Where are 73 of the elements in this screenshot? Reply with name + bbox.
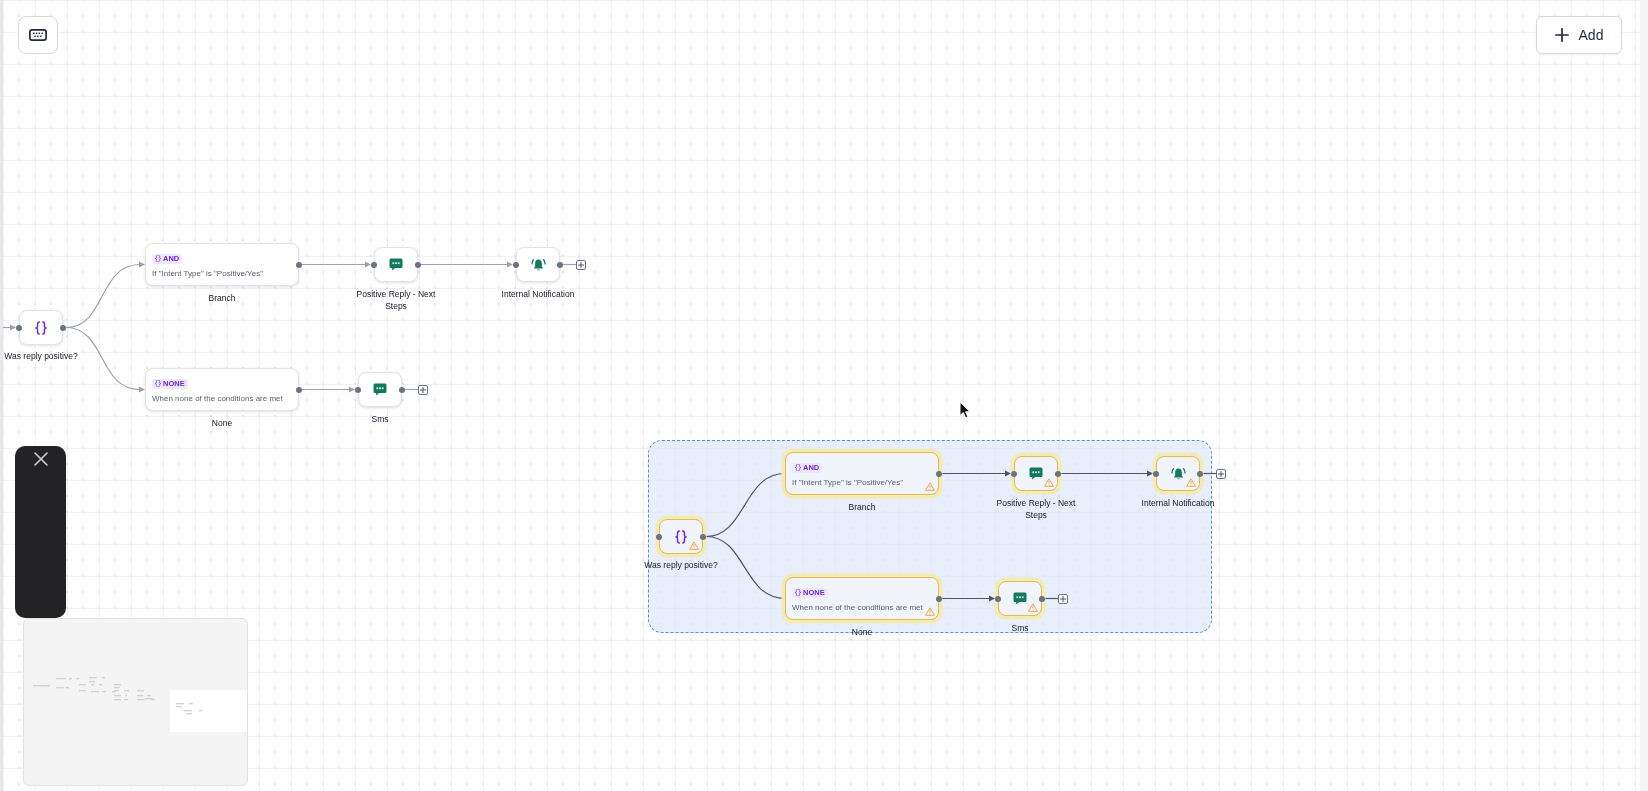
- braces-icon: [155, 255, 161, 262]
- connection-handle[interactable]: [1055, 470, 1061, 477]
- node-label: Positive Reply - Next Steps: [995, 497, 1077, 521]
- braces-icon: [795, 464, 801, 471]
- node-label: Internal Notification: [501, 288, 575, 300]
- action-node[interactable]: [374, 247, 418, 282]
- chat-bubble-icon: [389, 258, 403, 271]
- close-icon: [33, 452, 48, 466]
- connection-handle[interactable]: [936, 470, 942, 477]
- plus-icon: [578, 261, 584, 268]
- condition-node[interactable]: [19, 310, 63, 345]
- connection-handle[interactable]: [415, 261, 421, 268]
- action-node[interactable]: [998, 581, 1042, 616]
- plus-icon: [420, 386, 426, 393]
- braces-icon: [675, 529, 687, 544]
- connection-handle[interactable]: [355, 386, 361, 393]
- connection-handle[interactable]: [1197, 470, 1203, 477]
- connection-handle[interactable]: [656, 533, 662, 540]
- add-step-button[interactable]: [1058, 593, 1068, 604]
- plus-icon: [1218, 470, 1224, 477]
- condition-text: If "Intent Type" is "Positive/Yes": [792, 478, 903, 488]
- node-label: Sms: [1011, 622, 1029, 634]
- connection-handle[interactable]: [1039, 595, 1045, 602]
- node-label: None: [851, 626, 873, 638]
- close-button[interactable]: [31, 450, 50, 468]
- connection-handle[interactable]: [513, 261, 519, 268]
- action-node[interactable]: [358, 372, 402, 407]
- connection-handle[interactable]: [399, 386, 405, 393]
- cursor-icon: [959, 401, 971, 419]
- chat-bubble-icon: [1029, 467, 1043, 480]
- action-node[interactable]: [1156, 456, 1200, 491]
- bell-icon: [1170, 466, 1186, 481]
- node-label: None: [211, 417, 233, 429]
- node-label: Was reply positive?: [4, 350, 78, 362]
- connection-handle[interactable]: [995, 595, 1001, 602]
- condition-text: When none of the conditions are met: [792, 603, 923, 613]
- node-label: Positive Reply - Next Steps: [355, 288, 437, 312]
- add-step-button[interactable]: [576, 259, 586, 270]
- action-node[interactable]: [516, 247, 560, 282]
- chat-bubble-icon: [1013, 592, 1027, 605]
- connector-arrow: [941, 595, 995, 602]
- condition-text: When none of the conditions are met: [152, 394, 283, 404]
- node-label: Was reply positive?: [644, 559, 718, 571]
- connection-handle[interactable]: [60, 324, 66, 331]
- keyboard-button[interactable]: [18, 16, 58, 54]
- connection-handle[interactable]: [700, 533, 706, 540]
- add-step-button[interactable]: [418, 384, 428, 395]
- connection-handle[interactable]: [296, 386, 302, 393]
- connection-handle[interactable]: [371, 261, 377, 268]
- node-label: Branch: [208, 292, 236, 304]
- node-label: Internal Notification: [1141, 497, 1215, 509]
- condition-node[interactable]: [659, 519, 703, 554]
- connection-handle[interactable]: [936, 595, 942, 602]
- braces-icon: [35, 320, 47, 335]
- node-label: Sms: [371, 413, 389, 425]
- chat-bubble-icon: [373, 383, 387, 396]
- plus-icon: [1554, 28, 1569, 42]
- connection-handle[interactable]: [1011, 470, 1017, 477]
- braces-icon: [155, 380, 161, 387]
- node-label: Branch: [848, 501, 876, 513]
- keyboard-icon: [29, 29, 47, 41]
- add-button[interactable]: Add: [1536, 16, 1622, 54]
- connection-handle[interactable]: [296, 261, 302, 268]
- action-node[interactable]: [1014, 456, 1058, 491]
- connection-handle[interactable]: [16, 324, 22, 331]
- connector-arrow: [941, 470, 1011, 477]
- plus-icon: [1060, 595, 1066, 602]
- add-step-button[interactable]: [1216, 468, 1226, 479]
- connection-handle[interactable]: [557, 261, 563, 268]
- bell-icon: [530, 257, 546, 272]
- braces-icon: [795, 589, 801, 596]
- condition-text: If "Intent Type" is "Positive/Yes": [152, 269, 263, 279]
- connection-handle[interactable]: [1153, 470, 1159, 477]
